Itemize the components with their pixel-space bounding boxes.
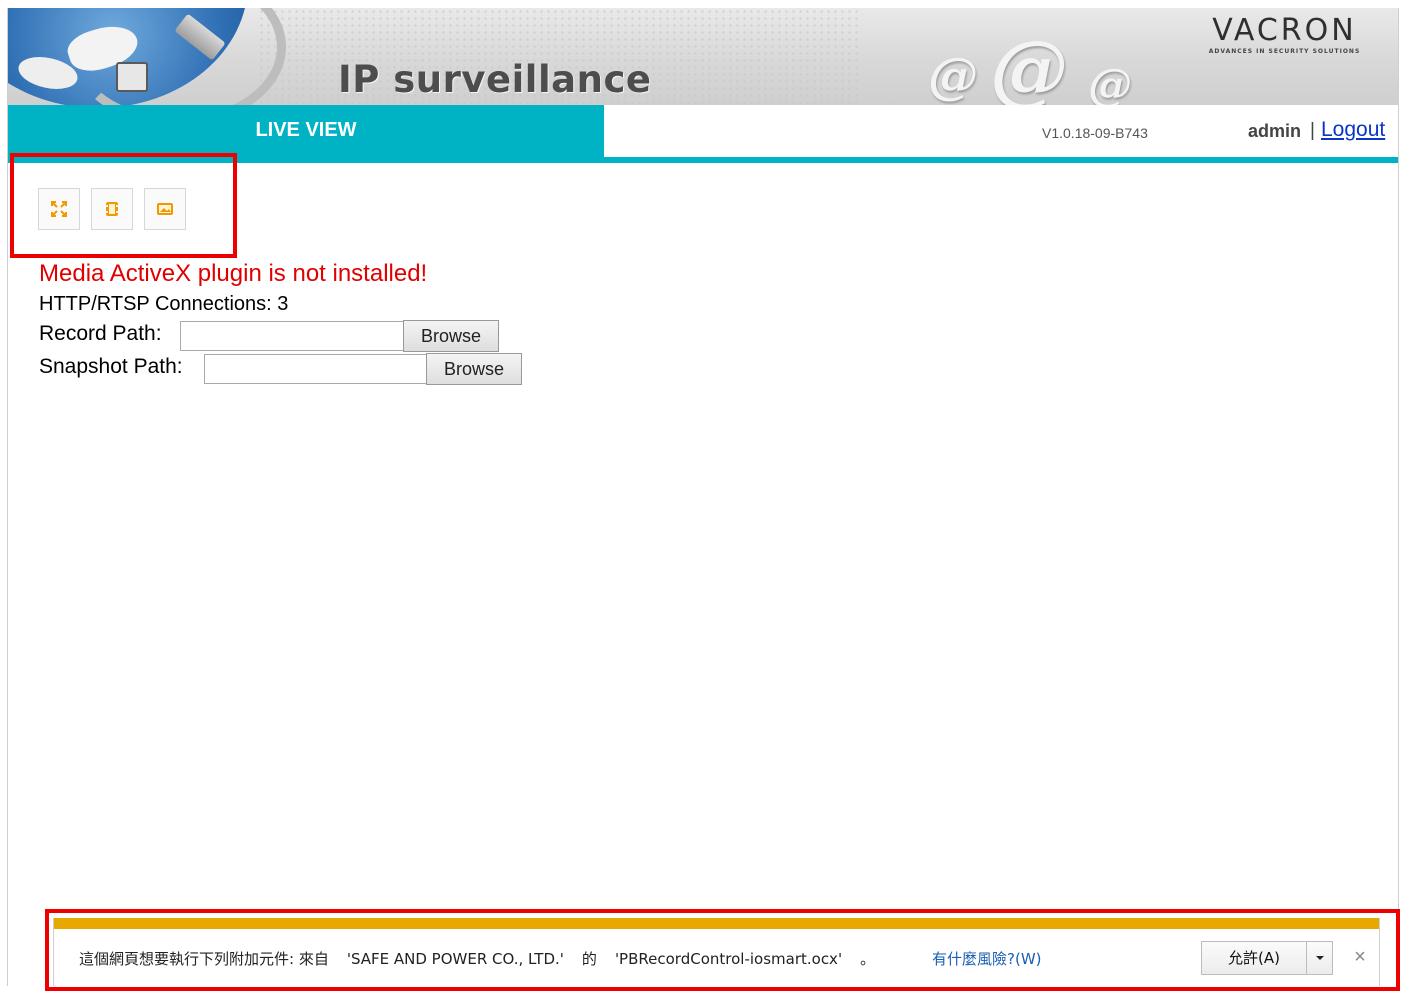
record-path-label: Record Path: — [39, 322, 162, 345]
logout-link[interactable]: Logout — [1321, 118, 1385, 142]
info-bar-highlight — [45, 909, 1400, 991]
plugin-error-message: Media ActiveX plugin is not installed! — [39, 260, 428, 287]
at-symbols-graphic: @ @ @ — [928, 24, 1132, 105]
tab-live-view[interactable]: LIVE VIEW — [8, 105, 604, 157]
nav-bar: LIVE VIEW V1.0.18-09-B743 admin | Logout — [8, 105, 1398, 157]
user-separator: | — [1310, 120, 1315, 141]
snapshot-path-input[interactable] — [204, 354, 428, 384]
connections-count: HTTP/RTSP Connections: 3 — [39, 293, 289, 315]
snapshot-button[interactable] — [144, 188, 186, 230]
firmware-version: V1.0.18-09-B743 — [1042, 125, 1148, 141]
record-icon — [106, 202, 118, 216]
username: admin — [1248, 121, 1302, 141]
fullscreen-button[interactable] — [38, 188, 80, 230]
network-jack-graphic — [116, 62, 148, 92]
brand-tagline: ADVANCES IN SECURITY SOLUTIONS — [1208, 48, 1361, 55]
record-button[interactable] — [91, 188, 133, 230]
header-banner: @ @ @ — [8, 8, 1398, 105]
record-path-input[interactable] — [180, 321, 404, 351]
banner-title: IP surveillance — [338, 58, 652, 101]
record-browse-button[interactable]: Browse — [403, 320, 499, 352]
snapshot-path-label: Snapshot Path: — [39, 355, 183, 378]
snapshot-browse-button[interactable]: Browse — [426, 353, 522, 385]
snapshot-icon — [157, 203, 173, 215]
brand-logo: VACRON ADVANCES IN SECURITY SOLUTIONS — [1192, 13, 1377, 56]
network-cable-graphic — [68, 8, 286, 105]
fullscreen-icon — [51, 201, 67, 217]
brand-name: VACRON — [1212, 13, 1357, 48]
